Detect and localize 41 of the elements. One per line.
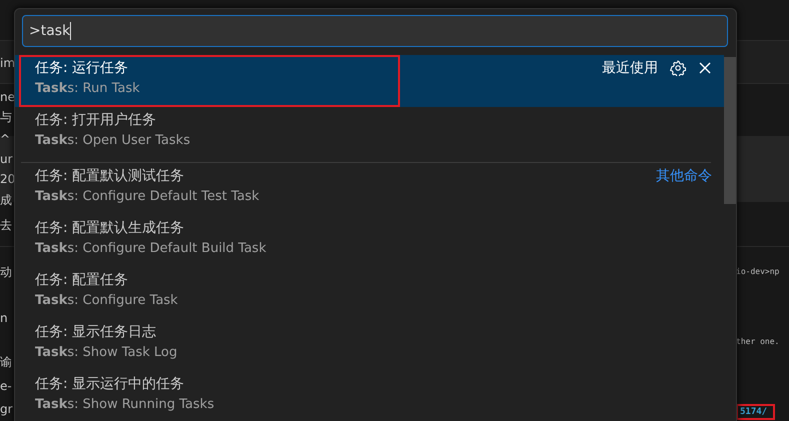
background-text: e- xyxy=(0,379,12,393)
command-item[interactable]: 任务: 显示运行中的任务 Tasks: Show Running Tasks xyxy=(15,371,724,421)
command-category: 其他命令 xyxy=(656,167,712,185)
background-text: im xyxy=(0,56,14,70)
command-input[interactable]: >task xyxy=(22,15,728,47)
command-title: 任务: 运行任务 xyxy=(35,59,130,78)
command-detail: Tasks: Run Task xyxy=(35,80,140,98)
scrollbar[interactable] xyxy=(724,57,736,204)
background-text: 动 xyxy=(0,265,12,279)
settings-icon[interactable] xyxy=(670,60,686,76)
background-text: ne xyxy=(0,90,14,104)
command-item[interactable]: 任务: 配置默认生成任务 Tasks: Configure Default Build Task xyxy=(15,215,724,267)
command-detail: Tasks: Configure Default Test Task xyxy=(35,188,260,206)
command-title: 任务: 配置默认生成任务 xyxy=(35,219,186,238)
command-detail: Tasks: Configure Task xyxy=(35,292,178,310)
command-title: 任务: 打开用户任务 xyxy=(35,111,158,130)
terminal-text: io-dev>np xyxy=(736,267,780,276)
command-item[interactable]: 任务: 运行任务 Tasks: Run Task 最近使用 xyxy=(15,55,724,107)
background-text: gr xyxy=(0,402,13,416)
command-item[interactable]: 任务: 显示任务日志 Tasks: Show Task Log xyxy=(15,319,724,371)
command-detail: Tasks: Configure Default Build Task xyxy=(35,240,266,258)
command-category: 最近使用 xyxy=(602,59,658,77)
command-title: 任务: 显示任务日志 xyxy=(35,323,158,342)
command-detail: Tasks: Show Running Tasks xyxy=(35,396,214,414)
background-text: n xyxy=(0,311,8,325)
command-title: 任务: 配置任务 xyxy=(35,271,130,290)
background-text: 成 xyxy=(0,193,12,207)
background-text: 去 xyxy=(0,218,12,232)
background-text: 与 xyxy=(0,110,12,124)
command-detail: Tasks: Open User Tasks xyxy=(35,132,190,150)
command-title: 任务: 配置默认测试任务 xyxy=(35,167,186,186)
terminal-text: ther one. xyxy=(736,337,780,346)
background-text: ur xyxy=(0,152,13,166)
command-item[interactable]: 任务: 配置默认测试任务 Tasks: Configure Default Test Task 其他命令 xyxy=(15,163,724,215)
close-icon[interactable] xyxy=(698,61,712,75)
command-detail: Tasks: Show Task Log xyxy=(35,344,178,362)
background-text: ^ xyxy=(0,132,10,146)
command-title: 任务: 显示运行中的任务 xyxy=(35,375,186,394)
command-item[interactable]: 任务: 配置任务 Tasks: Configure Task xyxy=(15,267,724,319)
background-text: 谕 xyxy=(0,355,12,369)
command-item[interactable]: 任务: 打开用户任务 Tasks: Open User Tasks xyxy=(15,107,724,159)
